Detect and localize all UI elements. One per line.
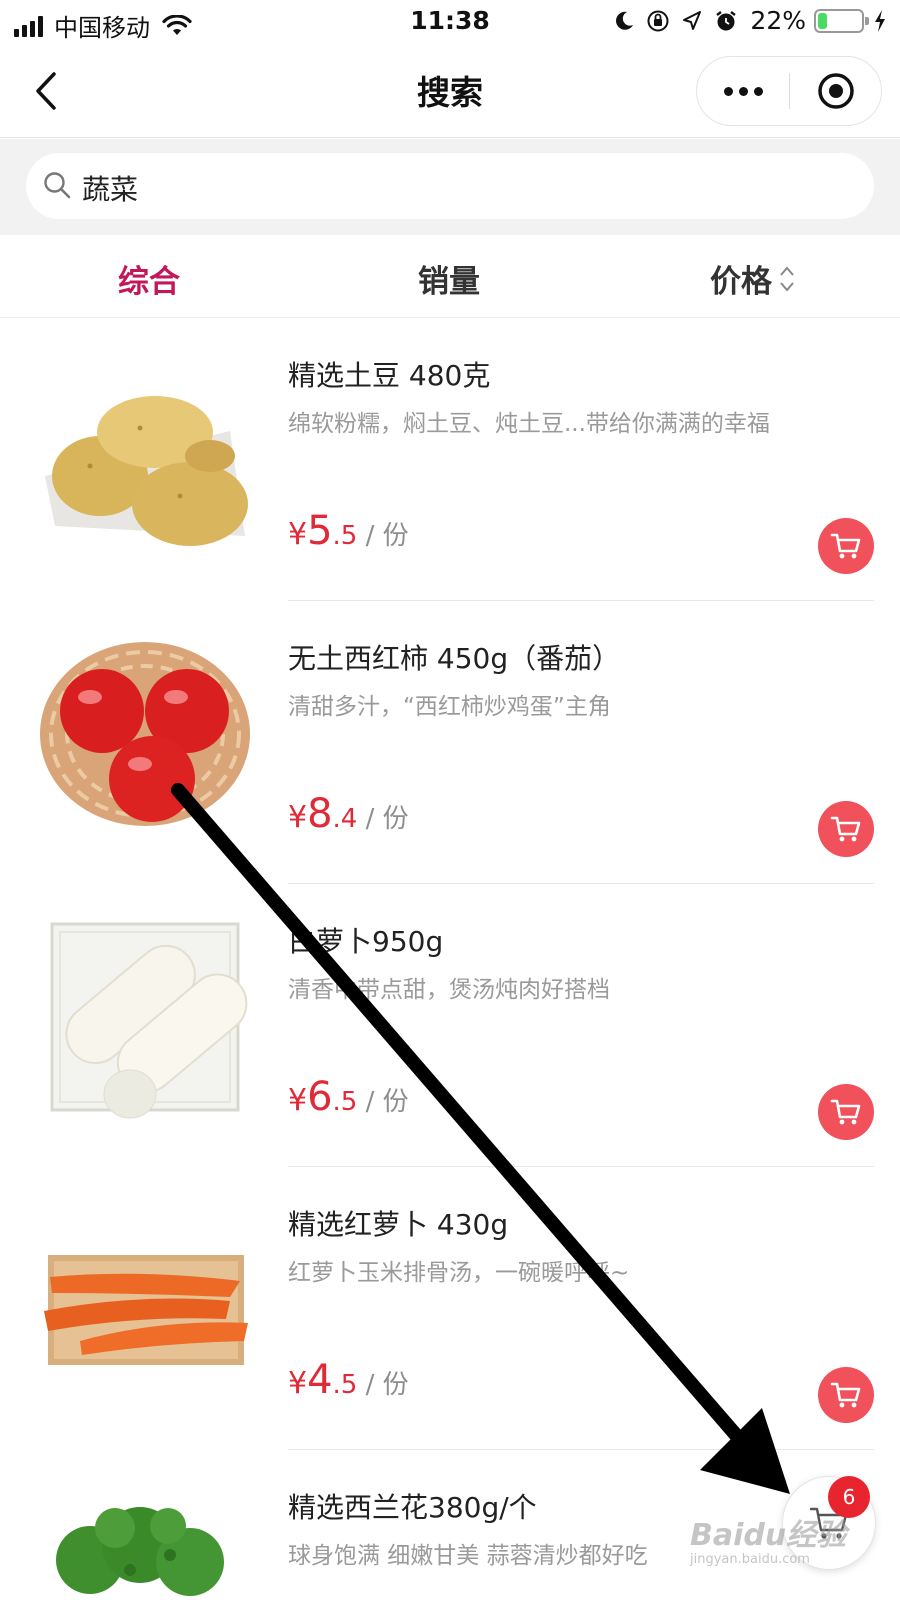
more-dots-icon [721,86,766,96]
broccoli-image [56,1507,224,1596]
cart-icon [830,816,861,842]
location-icon [683,10,702,30]
sort-tabs: 综合 销量 价格 [0,236,900,318]
product-description: 球身饱满 细嫩甘美 蒜蓉清炒都好吃 [288,1543,648,1569]
more-button[interactable] [697,57,789,125]
product-description: 清香中带点甜，煲汤炖肉好搭档 [288,977,610,1003]
sort-updown-icon [780,265,794,292]
product-name: 精选红萝卜 430g [288,1208,509,1241]
potato-image [45,396,248,546]
product-item[interactable]: 精选土豆 480克 绵软粉糯，焖土豆、炖土豆...带给你满满的幸福 ¥5.5 /… [0,318,900,601]
product-name: 无土西红柿 450g（番茄） [288,642,621,675]
close-target-icon [818,73,854,109]
moon-icon [616,11,634,30]
tab-price-label: 价格 [710,264,772,300]
product-price: ¥4.5 / 份 [288,1357,409,1403]
product-item[interactable]: 精选红萝卜 430g 红萝卜玉米排骨汤，一碗暖呼呼~ ¥4.5 / 份 [0,1167,900,1450]
product-item[interactable]: 无土西红柿 450g（番茄） 清甜多汁，“西红柿炒鸡蛋”主角 ¥8.4 / 份 [0,601,900,884]
add-to-cart-button[interactable] [818,1367,874,1423]
product-description: 清甜多汁，“西红柿炒鸡蛋”主角 [288,694,611,720]
mini-program-capsule [696,56,882,126]
battery-level-fill [818,12,827,29]
search-icon [44,172,71,199]
watermark-brand: Baidu经验 [690,1518,847,1553]
back-button[interactable] [26,66,76,116]
product-name: 精选西兰花380g/个 [288,1491,537,1524]
product-price: ¥6.5 / 份 [288,1074,409,1120]
tab-sales[interactable]: 销量 [418,256,480,301]
add-to-cart-button[interactable] [818,518,874,574]
cart-icon [830,533,861,559]
product-description: 绵软粉糯，焖土豆、炖土豆...带给你满满的幸福 [288,411,770,437]
product-price: ¥8.4 / 份 [288,791,409,837]
add-to-cart-button[interactable] [818,801,874,857]
cart-icon [830,1099,861,1125]
search-input[interactable]: 蔬菜 [26,153,874,219]
product-name: 白萝卜950g [288,925,444,958]
back-chevron-icon [36,72,56,110]
tab-price[interactable]: 价格 [710,256,796,301]
alarm-icon [716,10,737,30]
watermark: Baidu经验 jingyan.baidu.com [690,1510,846,1567]
search-query: 蔬菜 [82,173,139,206]
battery-percent: 22% [750,6,806,35]
charging-icon [875,9,885,32]
add-to-cart-button[interactable] [818,1084,874,1140]
tab-comprehensive[interactable]: 综合 [118,256,180,301]
close-button[interactable] [790,57,882,125]
watermark-url: jingyan.baidu.com [690,1552,810,1567]
nav-bar: 搜索 [0,44,900,138]
carrot-image [44,1255,248,1365]
product-item[interactable]: 白萝卜950g 清香中带点甜，煲汤炖肉好搭档 ¥6.5 / 份 [0,884,900,1167]
product-description: 红萝卜玉米排骨汤，一碗暖呼呼~ [288,1260,630,1286]
cart-icon [830,1382,861,1408]
battery-icon [814,8,869,33]
radish-image [50,922,248,1119]
rotation-lock-icon [647,10,669,31]
product-price: ¥5.5 / 份 [288,508,409,554]
status-bar: 中国移动 11:38 22% [0,0,900,44]
tomato-image [40,642,250,826]
search-area: 蔬菜 [0,139,900,235]
product-name: 精选土豆 480克 [288,359,491,392]
status-right: 22% [602,6,886,35]
